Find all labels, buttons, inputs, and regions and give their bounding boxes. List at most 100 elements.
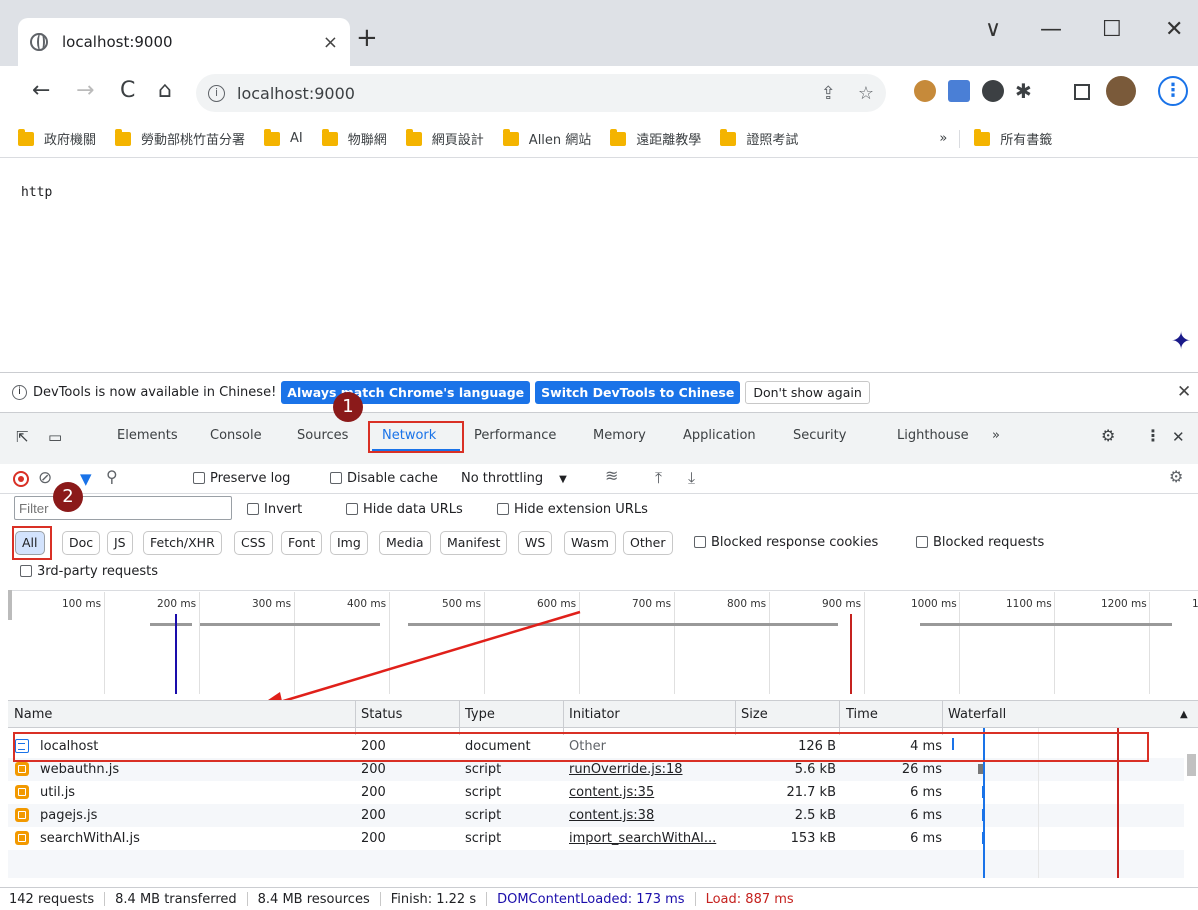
match-language-button[interactable]: Always match Chrome's language — [281, 381, 531, 404]
settings-gear-icon[interactable]: ⚙ — [1101, 426, 1115, 445]
bookmark-folder[interactable]: 網頁設計 — [405, 128, 484, 148]
blocked-cookies-checkbox[interactable]: Blocked response cookies — [694, 535, 878, 550]
tab-memory[interactable]: Memory — [593, 428, 646, 443]
export-har-icon[interactable]: ⤓ — [688, 468, 695, 488]
bookmark-folder[interactable]: 遠距離教學 — [610, 128, 701, 148]
type-filter-media[interactable]: Media — [379, 531, 431, 555]
bookmark-folder[interactable]: AI — [264, 128, 303, 146]
hide-extension-urls-checkbox[interactable]: Hide extension URLs — [497, 502, 648, 517]
table-row[interactable]: util.js 200 script content.js:35 21.7 kB… — [8, 781, 1184, 804]
type-filter-js[interactable]: JS — [107, 531, 133, 555]
minimize-button[interactable]: — — [1040, 18, 1062, 42]
throttling-select[interactable]: No throttling ▼ — [461, 471, 567, 486]
column-size[interactable]: Size — [741, 707, 768, 722]
column-initiator[interactable]: Initiator — [569, 707, 620, 722]
tab-elements[interactable]: Elements — [117, 428, 178, 443]
column-time[interactable]: Time — [846, 707, 878, 722]
tab-console[interactable]: Console — [210, 428, 262, 443]
infobar-close-icon[interactable]: ✕ — [1177, 382, 1191, 402]
checkbox[interactable] — [346, 503, 358, 515]
clear-icon[interactable]: ⊘ — [38, 468, 52, 488]
switch-chinese-button[interactable]: Switch DevTools to Chinese — [535, 381, 741, 404]
filter-input[interactable] — [14, 496, 232, 520]
sparkle-icon[interactable]: ✦ — [1171, 327, 1191, 355]
type-filter-wasm[interactable]: Wasm — [564, 531, 616, 555]
type-filter-doc[interactable]: Doc — [62, 531, 101, 555]
bookmark-folder[interactable]: 物聯網 — [321, 128, 387, 148]
all-bookmarks-folder[interactable]: 所有書籤 — [974, 128, 1052, 148]
record-stop-icon[interactable] — [13, 471, 29, 487]
type-filter-ws[interactable]: WS — [518, 531, 553, 555]
more-options-icon[interactable]: ⋮ — [1145, 426, 1161, 445]
checkbox[interactable] — [193, 472, 205, 484]
type-filter-css[interactable]: CSS — [234, 531, 273, 555]
inspect-element-icon[interactable]: ⇱ — [16, 428, 29, 446]
checkbox[interactable] — [497, 503, 509, 515]
tab-sources[interactable]: Sources — [297, 428, 348, 443]
tab-application[interactable]: Application — [683, 428, 756, 443]
device-toggle-icon[interactable]: ▭ — [48, 428, 62, 446]
bookmarks-more-button[interactable]: » — [939, 131, 947, 146]
browser-tab[interactable]: localhost:9000 × — [18, 18, 350, 66]
bookmark-folder[interactable]: 證照考試 — [720, 128, 798, 148]
type-filter-fetch[interactable]: Fetch/XHR — [143, 531, 222, 555]
reload-button[interactable]: C — [120, 76, 135, 106]
column-waterfall[interactable]: Waterfall — [948, 707, 1006, 722]
bookmark-folder[interactable]: 政府機關 — [18, 128, 96, 148]
column-type[interactable]: Type — [465, 707, 495, 722]
tab-lighthouse[interactable]: Lighthouse — [897, 428, 969, 443]
preserve-log-checkbox[interactable]: Preserve log — [193, 471, 290, 486]
tab-search-icon[interactable]: ∨ — [985, 18, 1001, 42]
search-icon[interactable]: ⚲ — [106, 467, 118, 486]
third-party-checkbox[interactable]: 3rd-party requests — [20, 564, 158, 579]
column-name[interactable]: Name — [14, 707, 52, 722]
menu-icon[interactable]: ⋮ — [1158, 76, 1188, 106]
network-settings-icon[interactable]: ⚙ — [1169, 467, 1183, 486]
disable-cache-checkbox[interactable]: Disable cache — [330, 471, 438, 486]
extension-icon[interactable] — [914, 80, 936, 102]
home-button[interactable]: ⌂ — [158, 76, 172, 106]
close-devtools-icon[interactable]: ✕ — [1172, 428, 1185, 446]
forward-button[interactable]: → — [76, 76, 94, 106]
checkbox[interactable] — [247, 503, 259, 515]
column-status[interactable]: Status — [361, 707, 402, 722]
tab-close-button[interactable]: × — [323, 32, 338, 53]
bookmark-star-icon[interactable]: ☆ — [858, 83, 874, 104]
maximize-button[interactable]: ☐ — [1102, 18, 1122, 42]
request-initiator-link[interactable]: content.js:35 — [569, 785, 654, 800]
checkbox[interactable] — [694, 536, 706, 548]
overview-handle[interactable] — [8, 590, 12, 620]
new-tab-button[interactable]: + — [356, 24, 378, 52]
bookmark-folder[interactable]: Allen 網站 — [502, 128, 591, 148]
site-info-icon[interactable]: i — [208, 84, 225, 102]
back-button[interactable]: ← — [32, 76, 50, 106]
filter-icon[interactable]: ▼ — [80, 470, 92, 488]
hide-data-urls-checkbox[interactable]: Hide data URLs — [346, 502, 463, 517]
type-filter-other[interactable]: Other — [623, 531, 673, 555]
extensions-puzzle-icon[interactable]: ✱ — [1015, 76, 1032, 106]
table-row[interactable]: searchWithAI.js 200 script import_search… — [8, 827, 1184, 850]
request-initiator-link[interactable]: import_searchWithAI... — [569, 831, 716, 846]
share-icon[interactable]: ⇪ — [821, 83, 836, 104]
checkbox[interactable] — [20, 565, 32, 577]
type-filter-manifest[interactable]: Manifest — [440, 531, 508, 555]
tab-performance[interactable]: Performance — [474, 428, 556, 443]
extension-icon[interactable] — [982, 80, 1004, 102]
table-row[interactable]: pagejs.js 200 script content.js:38 2.5 k… — [8, 804, 1184, 827]
request-initiator-link[interactable]: content.js:38 — [569, 808, 654, 823]
invert-checkbox[interactable]: Invert — [247, 502, 302, 517]
type-filter-font[interactable]: Font — [281, 531, 323, 555]
import-har-icon[interactable]: ⤒ — [655, 468, 662, 488]
scrollbar-thumb[interactable] — [1187, 754, 1196, 776]
checkbox[interactable] — [916, 536, 928, 548]
bookmark-folder[interactable]: 勞動部桃竹苗分署 — [115, 128, 245, 148]
tab-security[interactable]: Security — [793, 428, 846, 443]
table-scrollbar[interactable] — [1184, 728, 1198, 878]
close-window-button[interactable]: ✕ — [1165, 18, 1183, 42]
blocked-requests-checkbox[interactable]: Blocked requests — [916, 535, 1044, 550]
avatar[interactable] — [1106, 76, 1136, 106]
dont-show-again-button[interactable]: Don't show again — [745, 381, 870, 404]
address-bar[interactable]: i localhost:9000 ⇪ ☆ — [196, 74, 886, 112]
translate-extension-icon[interactable] — [948, 80, 970, 102]
network-conditions-icon[interactable]: ≋ — [605, 466, 618, 485]
